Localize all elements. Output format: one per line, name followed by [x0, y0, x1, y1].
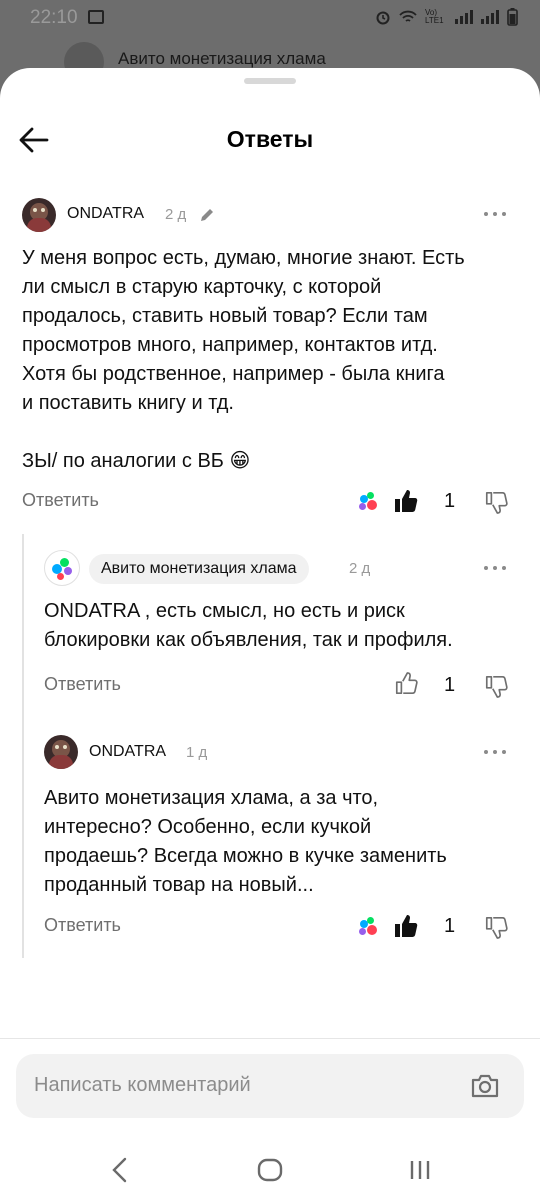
comment-text: Авито монетизация хлама, а за что, интер… [44, 787, 447, 896]
background-chat-title: Авито монетизация хлама [118, 49, 326, 68]
alarm-icon [376, 11, 390, 25]
comment-input[interactable]: Написать комментарий [16, 1054, 524, 1118]
reply-button[interactable]: Ответить [44, 674, 121, 695]
comment-text: У меня вопрос есть, думаю, многие знают.… [22, 247, 465, 472]
comment-placeholder: Написать комментарий [34, 1074, 251, 1096]
network-label: Vo) LTE1 [425, 8, 444, 25]
thread-line [22, 534, 24, 958]
more-horizontal-icon[interactable] [484, 210, 506, 218]
comment-text: ONDATRA , есть смысл, но есть и риск бло… [44, 600, 453, 651]
camera-icon[interactable] [470, 1072, 500, 1100]
more-horizontal-icon[interactable] [484, 748, 506, 756]
comment-author[interactable]: ONDATRA [89, 743, 166, 761]
sheet-drag-handle[interactable] [244, 78, 296, 84]
input-divider [0, 1038, 540, 1039]
like-count: 1 [444, 915, 456, 937]
thumb-up-icon[interactable] [394, 672, 418, 696]
system-nav-bar [0, 1142, 540, 1200]
avatar[interactable] [22, 198, 56, 232]
like-count: 1 [444, 490, 456, 512]
author-chip[interactable]: Авито монетизация хлама [89, 554, 309, 584]
reactions-icon[interactable] [358, 492, 378, 512]
status-time: 22:10 [30, 7, 78, 28]
wifi-icon [399, 10, 417, 22]
home-icon[interactable] [256, 1156, 284, 1184]
comment-time: 1 д [186, 744, 208, 761]
pencil-icon [201, 209, 213, 221]
signal-icon [455, 10, 473, 24]
comment-time: 2 д [349, 560, 371, 577]
gallery-notification-icon [88, 10, 104, 24]
comment-time: 2 д [165, 206, 187, 223]
reply-button[interactable]: Ответить [44, 915, 121, 936]
replies-sheet: Ответы ONDATRA 2 д У меня вопрос есть, д… [0, 68, 540, 1200]
battery-icon [507, 8, 518, 26]
thumb-up-icon[interactable] [393, 488, 419, 514]
thumb-down-icon[interactable] [484, 915, 508, 939]
comment-author[interactable]: ONDATRA [67, 205, 144, 223]
reactions-icon[interactable] [358, 917, 378, 937]
recents-icon[interactable] [406, 1156, 434, 1184]
status-bar: 22:10 Vo) LTE1 [0, 0, 540, 36]
status-icons: Vo) LTE1 [375, 8, 518, 26]
sheet-title: Ответы [226, 126, 314, 152]
signal-2-icon [481, 10, 499, 24]
like-count: 1 [444, 674, 456, 696]
avito-logo-avatar[interactable] [44, 550, 80, 586]
thumb-down-icon[interactable] [484, 674, 508, 698]
reply-button[interactable]: Ответить [22, 490, 99, 511]
thumb-down-icon[interactable] [484, 490, 508, 514]
more-horizontal-icon[interactable] [484, 564, 506, 572]
avatar[interactable] [44, 735, 78, 769]
thumb-up-icon[interactable] [393, 913, 419, 939]
chevron-left-icon[interactable] [108, 1156, 132, 1184]
